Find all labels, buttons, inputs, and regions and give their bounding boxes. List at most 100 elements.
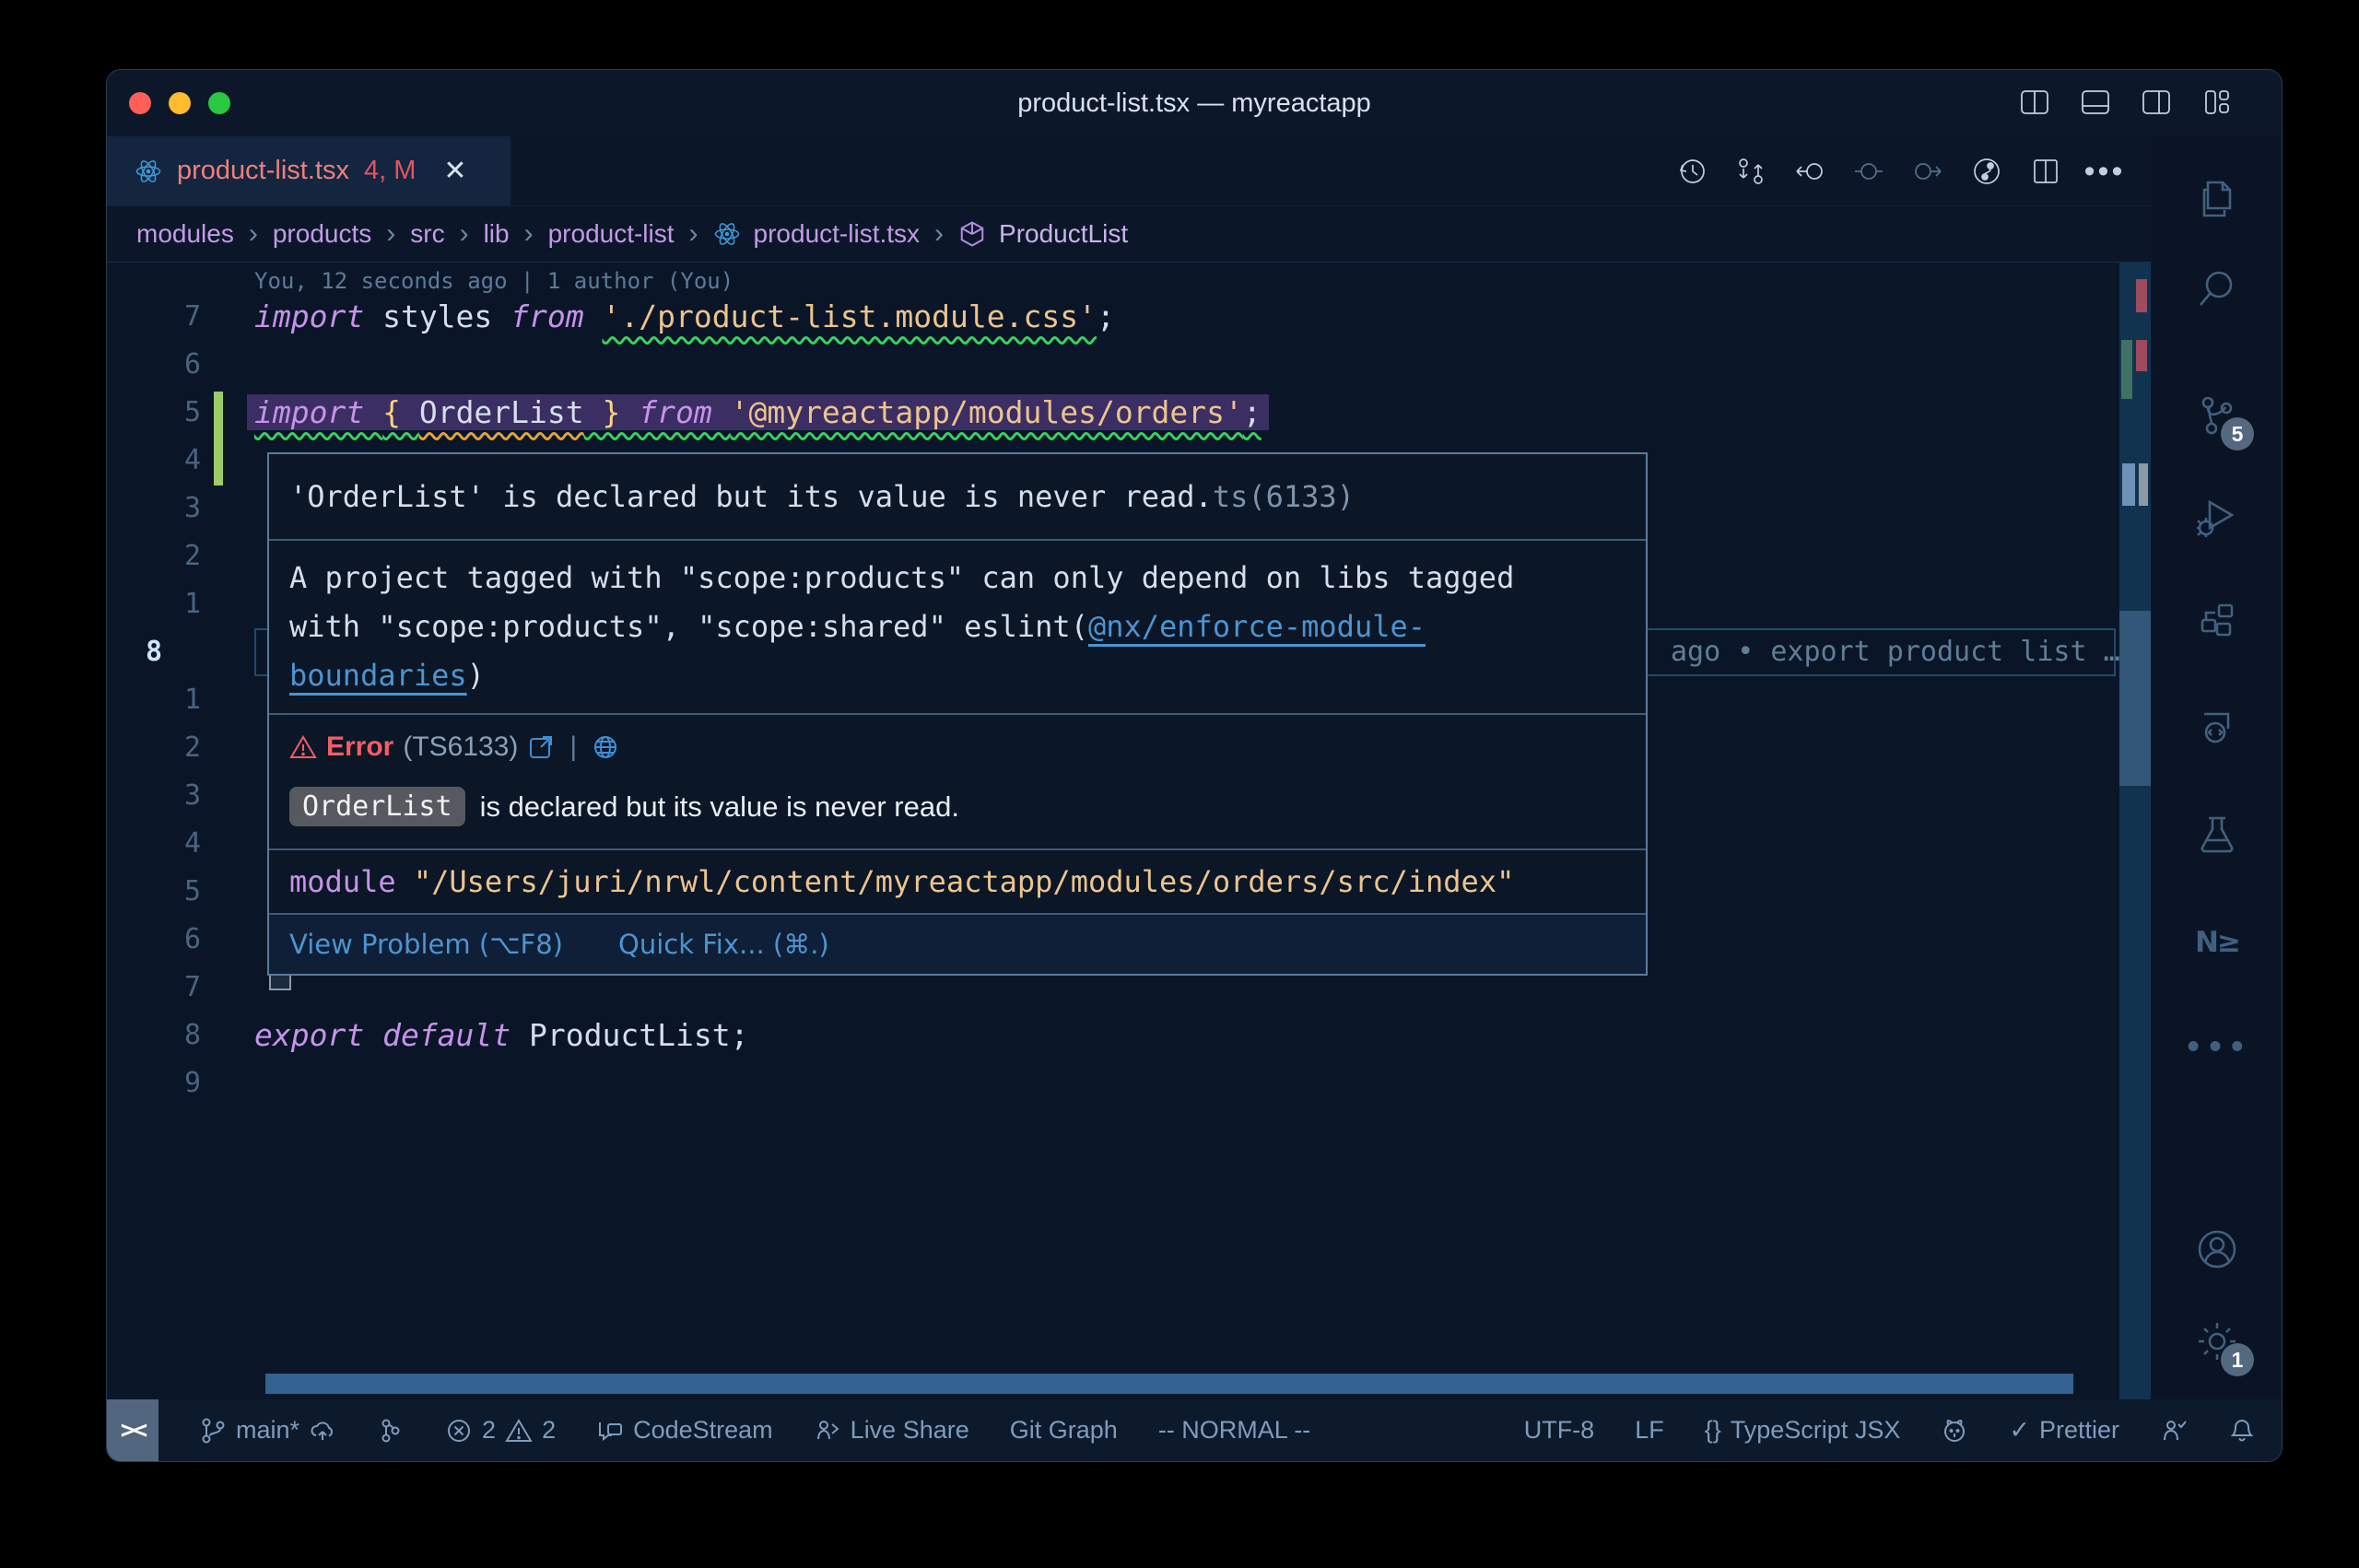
gitlens-item[interactable] xyxy=(377,1417,405,1445)
title-bar: product-list.tsx — myreactapp xyxy=(107,70,2282,136)
compare-changes-icon[interactable] xyxy=(1734,155,1767,188)
editor-actions: ••• xyxy=(1675,136,2121,205)
customize-layout-icon[interactable] xyxy=(2202,88,2232,116)
eslint-text-line2: with "scope:products", "scope:shared" es… xyxy=(289,609,1088,644)
github-item[interactable] xyxy=(1941,1417,1968,1445)
nx-console-icon[interactable]: N≥ xyxy=(2191,917,2243,968)
globe-icon[interactable] xyxy=(592,733,619,761)
toggle-secondary-sidebar-icon[interactable] xyxy=(2142,88,2171,116)
error-label: Error xyxy=(326,731,393,763)
warning-triangle-icon xyxy=(505,1417,533,1445)
chevron-right-icon: › xyxy=(933,218,945,250)
close-tab-icon[interactable]: ✕ xyxy=(443,155,466,187)
language-mode-item[interactable]: {} TypeScript JSX xyxy=(1705,1416,1901,1445)
extensions-icon[interactable] xyxy=(2191,596,2243,648)
live-share-label: Live Share xyxy=(851,1416,969,1445)
split-editor-icon[interactable] xyxy=(2029,155,2062,188)
error-code: (TS6133) xyxy=(403,731,518,763)
change-dot-icon[interactable] xyxy=(1852,155,1885,188)
breadcrumb-item[interactable]: lib xyxy=(484,219,510,249)
code-editor[interactable]: You, 12 seconds ago | 1 author (You) 765… xyxy=(107,263,2153,1399)
search-icon[interactable] xyxy=(2191,263,2243,314)
toggle-sidebar-icon[interactable] xyxy=(2020,88,2049,116)
live-share-item[interactable]: Live Share xyxy=(814,1416,969,1445)
selection-mark xyxy=(2122,463,2135,506)
eslint-rule-link[interactable]: @nx/enforce-module- xyxy=(1088,609,1426,644)
window-title: product-list.tsx — myreactapp xyxy=(107,70,2282,136)
git-branch-item[interactable]: main* xyxy=(199,1416,336,1445)
module-path-row: module "/Users/juri/nrwl/content/myreact… xyxy=(269,850,1646,913)
encoding-item[interactable]: UTF-8 xyxy=(1524,1416,1595,1445)
error-count: 2 xyxy=(482,1416,496,1445)
layout-controls xyxy=(2020,88,2232,116)
vim-mode-indicator[interactable]: -- NORMAL -- xyxy=(1158,1416,1310,1445)
language-label: TypeScript JSX xyxy=(1731,1416,1901,1445)
account-icon[interactable] xyxy=(2191,1223,2243,1275)
more-actions-icon[interactable]: ••• xyxy=(2088,155,2121,188)
bell-icon xyxy=(2228,1417,2256,1445)
explorer-icon[interactable] xyxy=(2191,173,2243,225)
git-graph-item[interactable]: Git Graph xyxy=(1010,1416,1118,1445)
live-share-icon xyxy=(814,1417,841,1445)
cursor-mark xyxy=(2139,463,2148,506)
hover-error-code: ts(6133) xyxy=(1213,481,1355,512)
settings-badge: 1 xyxy=(2221,1343,2254,1376)
external-link-icon[interactable] xyxy=(527,733,555,761)
prettier-label: Prettier xyxy=(2039,1416,2119,1445)
breadcrumb-item[interactable]: products xyxy=(273,219,371,249)
code-line-7: import styles from './product-list.modul… xyxy=(254,293,1115,341)
eslint-text-line1: A project tagged with "scope:products" c… xyxy=(289,560,1514,595)
breadcrumb-file[interactable]: product-list.tsx xyxy=(754,219,921,249)
view-problem-action[interactable]: View Problem (⌥F8) xyxy=(289,929,563,960)
more-views-icon[interactable]: ••• xyxy=(2191,1022,2243,1073)
quick-fix-action[interactable]: Quick Fix... (⌘.) xyxy=(618,929,829,960)
hover-message-eslint: A project tagged with "scope:products" c… xyxy=(269,541,1646,713)
codelens-blame[interactable]: You, 12 seconds ago | 1 author (You) xyxy=(254,268,734,294)
remote-indicator[interactable]: >< xyxy=(107,1399,158,1461)
run-debug-icon[interactable] xyxy=(2191,491,2243,543)
breadcrumb-item[interactable]: modules xyxy=(136,219,234,249)
warning-count: 2 xyxy=(542,1416,556,1445)
codestream-item[interactable]: CodeStream xyxy=(596,1416,773,1445)
feedback-item[interactable] xyxy=(2160,1417,2188,1445)
overview-ruler[interactable] xyxy=(2119,263,2151,1399)
chevron-right-icon: › xyxy=(384,218,397,250)
eol-item[interactable]: LF xyxy=(1635,1416,1664,1445)
settings-gear-icon[interactable]: 1 xyxy=(2191,1316,2243,1367)
eslint-rule-link[interactable]: boundaries xyxy=(289,658,467,693)
commit-graph-icon[interactable] xyxy=(1970,155,2003,188)
chevron-right-icon: › xyxy=(247,218,260,250)
hover-message-text: 'OrderList' is declared but its value is… xyxy=(289,481,1213,512)
breadcrumb-symbol[interactable]: ProductList xyxy=(999,219,1128,249)
symbol-icon xyxy=(958,220,986,248)
status-bar: >< main* xyxy=(107,1399,2282,1461)
prettier-item[interactable]: ✓ Prettier xyxy=(2009,1416,2119,1445)
notifications-item[interactable] xyxy=(2228,1417,2256,1445)
publish-cloud-icon xyxy=(309,1417,336,1445)
next-change-icon[interactable] xyxy=(1911,155,1944,188)
line-number-gutter: 76543218123456789 xyxy=(107,293,201,1107)
horizontal-scrollbar-slider[interactable] xyxy=(265,1374,2073,1394)
vertical-scrollbar-slider[interactable] xyxy=(2119,611,2151,786)
test-beaker-icon[interactable] xyxy=(2191,809,2243,860)
toggle-panel-icon[interactable] xyxy=(2081,88,2110,116)
breadcrumb-item[interactable]: product-list xyxy=(548,219,675,249)
code-line-5: import { OrderList } from '@myreactapp/m… xyxy=(254,389,1269,437)
desktop: product-list.tsx — myreactapp xyxy=(0,0,2359,1568)
check-icon: ✓ xyxy=(2009,1416,2030,1445)
chevron-right-icon: › xyxy=(687,218,700,250)
branch-icon xyxy=(199,1417,227,1445)
error-circle-icon xyxy=(445,1417,473,1445)
error-hover-popup: 'OrderList' is declared but its value is… xyxy=(267,452,1648,976)
remote-explorer-icon[interactable] xyxy=(2191,699,2243,751)
breadcrumb-item[interactable]: src xyxy=(410,219,444,249)
vim-mode-label: -- NORMAL -- xyxy=(1158,1416,1310,1445)
source-control-icon[interactable]: 5 xyxy=(2191,390,2243,441)
problems-item[interactable]: 2 2 xyxy=(445,1416,556,1445)
brackets-icon: {} xyxy=(1705,1416,1721,1445)
module-path: "/Users/juri/nrwl/content/myreactapp/mod… xyxy=(414,864,1514,899)
tab-product-list[interactable]: product-list.tsx 4, M ✕ xyxy=(107,136,511,205)
previous-change-icon[interactable] xyxy=(1793,155,1826,188)
tab-decorations: 4, M xyxy=(364,156,416,186)
timeline-history-icon[interactable] xyxy=(1675,155,1708,188)
